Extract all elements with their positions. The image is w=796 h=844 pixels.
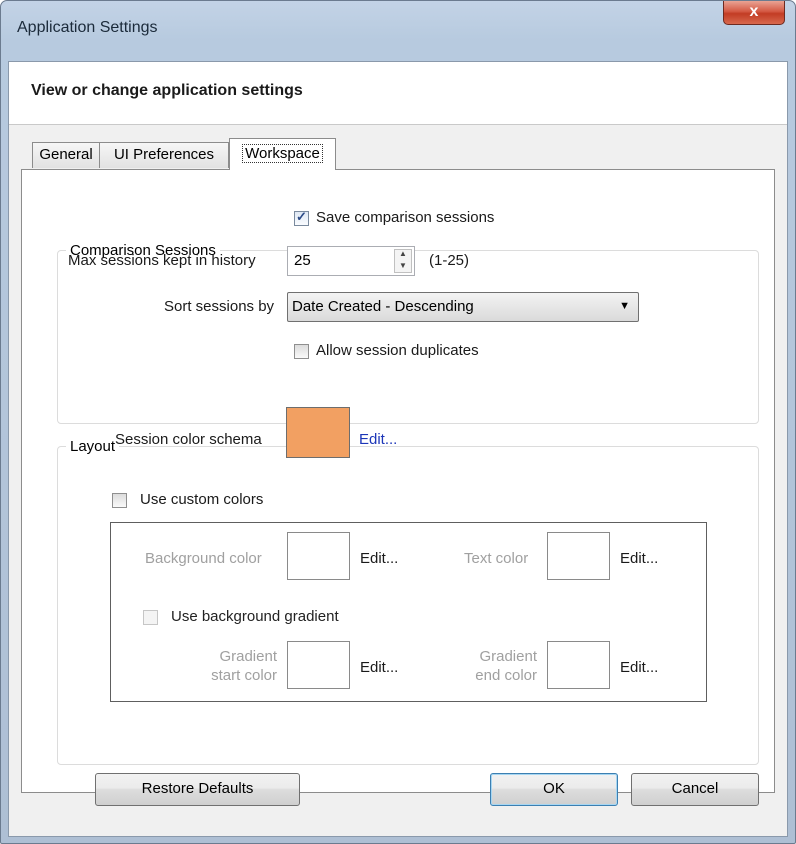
dialog-client-area: View or change application settings Gene… xyxy=(8,61,788,837)
ok-button[interactable]: OK xyxy=(490,773,618,806)
background-color-label: Background color xyxy=(145,550,262,567)
allow-duplicates-checkbox[interactable] xyxy=(294,344,309,359)
max-sessions-value: 25 xyxy=(294,252,311,269)
gradient-start-swatch[interactable] xyxy=(287,641,350,689)
gradient-start-label-line1: Gradient xyxy=(219,648,277,665)
session-color-edit-link[interactable]: Edit... xyxy=(359,431,397,448)
session-color-swatch[interactable] xyxy=(286,407,350,458)
tab-ui-preferences[interactable]: UI Preferences xyxy=(99,142,229,168)
close-button[interactable]: x xyxy=(723,1,785,25)
tab-workspace[interactable]: Workspace xyxy=(229,138,336,170)
session-color-label: Session color schema xyxy=(115,431,262,448)
use-gradient-checkbox[interactable] xyxy=(143,610,158,625)
use-custom-colors-label: Use custom colors xyxy=(140,491,264,508)
chevron-down-icon: ▼ xyxy=(619,300,630,312)
gradient-end-label-line1: Gradient xyxy=(479,648,537,665)
restore-defaults-button[interactable]: Restore Defaults xyxy=(95,773,300,806)
gradient-start-edit-link[interactable]: Edit... xyxy=(360,659,398,676)
tab-general[interactable]: General xyxy=(32,142,100,168)
text-color-label: Text color xyxy=(464,550,529,567)
spinner[interactable]: ▲ ▼ xyxy=(394,249,412,273)
max-sessions-input[interactable]: 25 ▲ ▼ xyxy=(287,246,415,276)
group-label-layout: Layout xyxy=(70,438,116,455)
cancel-button[interactable]: Cancel xyxy=(631,773,759,806)
save-sessions-label: Save comparison sessions xyxy=(316,209,495,226)
spinner-down-icon[interactable]: ▼ xyxy=(399,261,407,270)
gradient-start-label: Gradient start color xyxy=(171,647,277,685)
save-sessions-checkbox[interactable] xyxy=(294,209,309,226)
tab-label: UI Preferences xyxy=(113,146,215,163)
gradient-end-label-line2: end color xyxy=(475,667,537,684)
tab-label: General xyxy=(39,146,93,163)
allow-duplicates-label: Allow session duplicates xyxy=(316,342,479,359)
sort-by-selected: Date Created - Descending xyxy=(292,298,474,315)
gradient-end-edit-link[interactable]: Edit... xyxy=(620,659,658,676)
spinner-up-icon[interactable]: ▲ xyxy=(399,249,407,258)
max-sessions-label: Max sessions kept in history xyxy=(68,252,256,269)
close-icon: x xyxy=(749,3,759,20)
settings-window: Application Settings x View or change ap… xyxy=(0,0,796,844)
background-color-edit-link[interactable]: Edit... xyxy=(360,550,398,567)
text-color-swatch[interactable] xyxy=(547,532,610,580)
gradient-start-label-line2: start color xyxy=(211,667,277,684)
gradient-end-swatch[interactable] xyxy=(547,641,610,689)
sort-by-label: Sort sessions by xyxy=(164,298,275,315)
tab-label: Workspace xyxy=(242,144,323,163)
sort-by-dropdown[interactable]: Date Created - Descending ▼ xyxy=(287,292,639,322)
dialog-heading: View or change application settings xyxy=(31,82,303,99)
background-color-swatch[interactable] xyxy=(287,532,350,580)
window-title: Application Settings xyxy=(17,19,158,36)
gradient-end-label: Gradient end color xyxy=(431,647,537,685)
use-custom-colors-checkbox[interactable] xyxy=(112,493,127,508)
max-sessions-range-hint: (1-25) xyxy=(429,252,470,269)
workspace-tab-panel: Comparison Sessions Save comparison sess… xyxy=(21,169,775,793)
use-gradient-label: Use background gradient xyxy=(171,608,339,625)
title-bar[interactable]: Application Settings x xyxy=(1,1,795,61)
custom-colors-box: Background color Edit... Text color Edit… xyxy=(110,522,707,702)
header-band: View or change application settings xyxy=(9,62,787,125)
text-color-edit-link[interactable]: Edit... xyxy=(620,550,658,567)
